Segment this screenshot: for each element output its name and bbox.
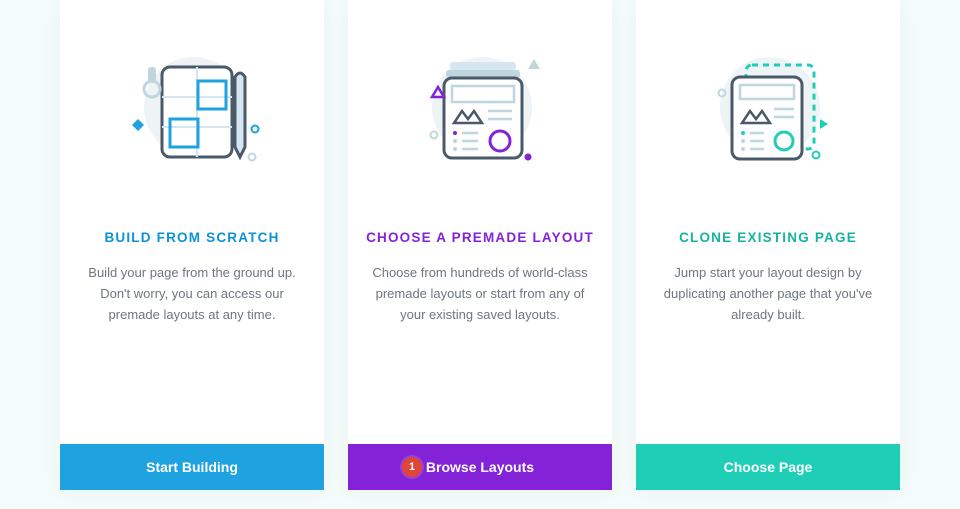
card-title: CHOOSE A PREMADE LAYOUT <box>348 230 612 245</box>
card-premade-layout: CHOOSE A PREMADE LAYOUT Choose from hund… <box>348 0 612 490</box>
button-label: Start Building <box>146 459 238 475</box>
button-label: Browse Layouts <box>426 459 534 475</box>
choose-page-button[interactable]: Choose Page <box>636 444 900 490</box>
card-title: CLONE EXISTING PAGE <box>636 230 900 245</box>
build-scratch-icon <box>60 0 324 180</box>
card-description: Choose from hundreds of world-class prem… <box>348 263 612 444</box>
card-title: BUILD FROM SCRATCH <box>60 230 324 245</box>
browse-layouts-button[interactable]: 1 Browse Layouts <box>348 444 612 490</box>
start-building-button[interactable]: Start Building <box>60 444 324 490</box>
card-description: Jump start your layout design by duplica… <box>636 263 900 444</box>
card-build-scratch: BUILD FROM SCRATCH Build your page from … <box>60 0 324 490</box>
clone-page-icon <box>636 0 900 180</box>
card-clone-page: CLONE EXISTING PAGE Jump start your layo… <box>636 0 900 490</box>
button-label: Choose Page <box>724 459 813 475</box>
card-description: Build your page from the ground up. Don'… <box>60 263 324 444</box>
option-container: BUILD FROM SCRATCH Build your page from … <box>0 0 960 509</box>
premade-layout-icon <box>348 0 612 180</box>
notification-badge: 1 <box>402 457 422 477</box>
